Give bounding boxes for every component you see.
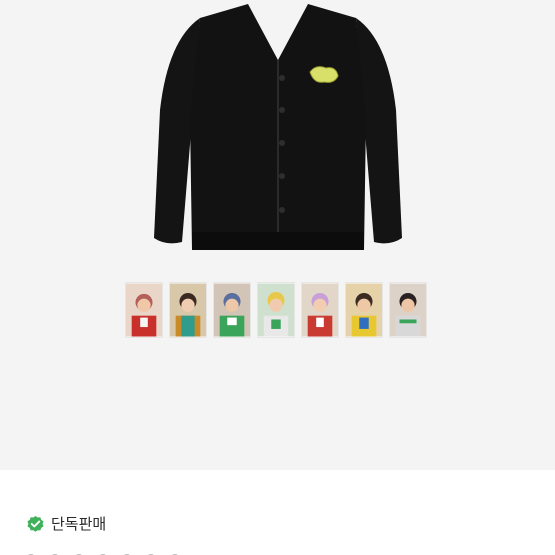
exclusive-badge: 단독판매 [26, 513, 106, 535]
photocard-4 [257, 282, 295, 338]
photocard-3 [213, 282, 251, 338]
photocard-7 [389, 282, 427, 338]
photocard-set [125, 282, 431, 338]
cutoff-text-row [26, 549, 326, 555]
product-image-area [0, 0, 555, 470]
badge-label: 단독판매 [51, 515, 107, 533]
photocard-6 [345, 282, 383, 338]
cardigan-image [154, 0, 402, 250]
check-circle-icon [27, 515, 44, 532]
photocard-2 [169, 282, 207, 338]
photocard-5 [301, 282, 339, 338]
photocard-1 [125, 282, 163, 338]
